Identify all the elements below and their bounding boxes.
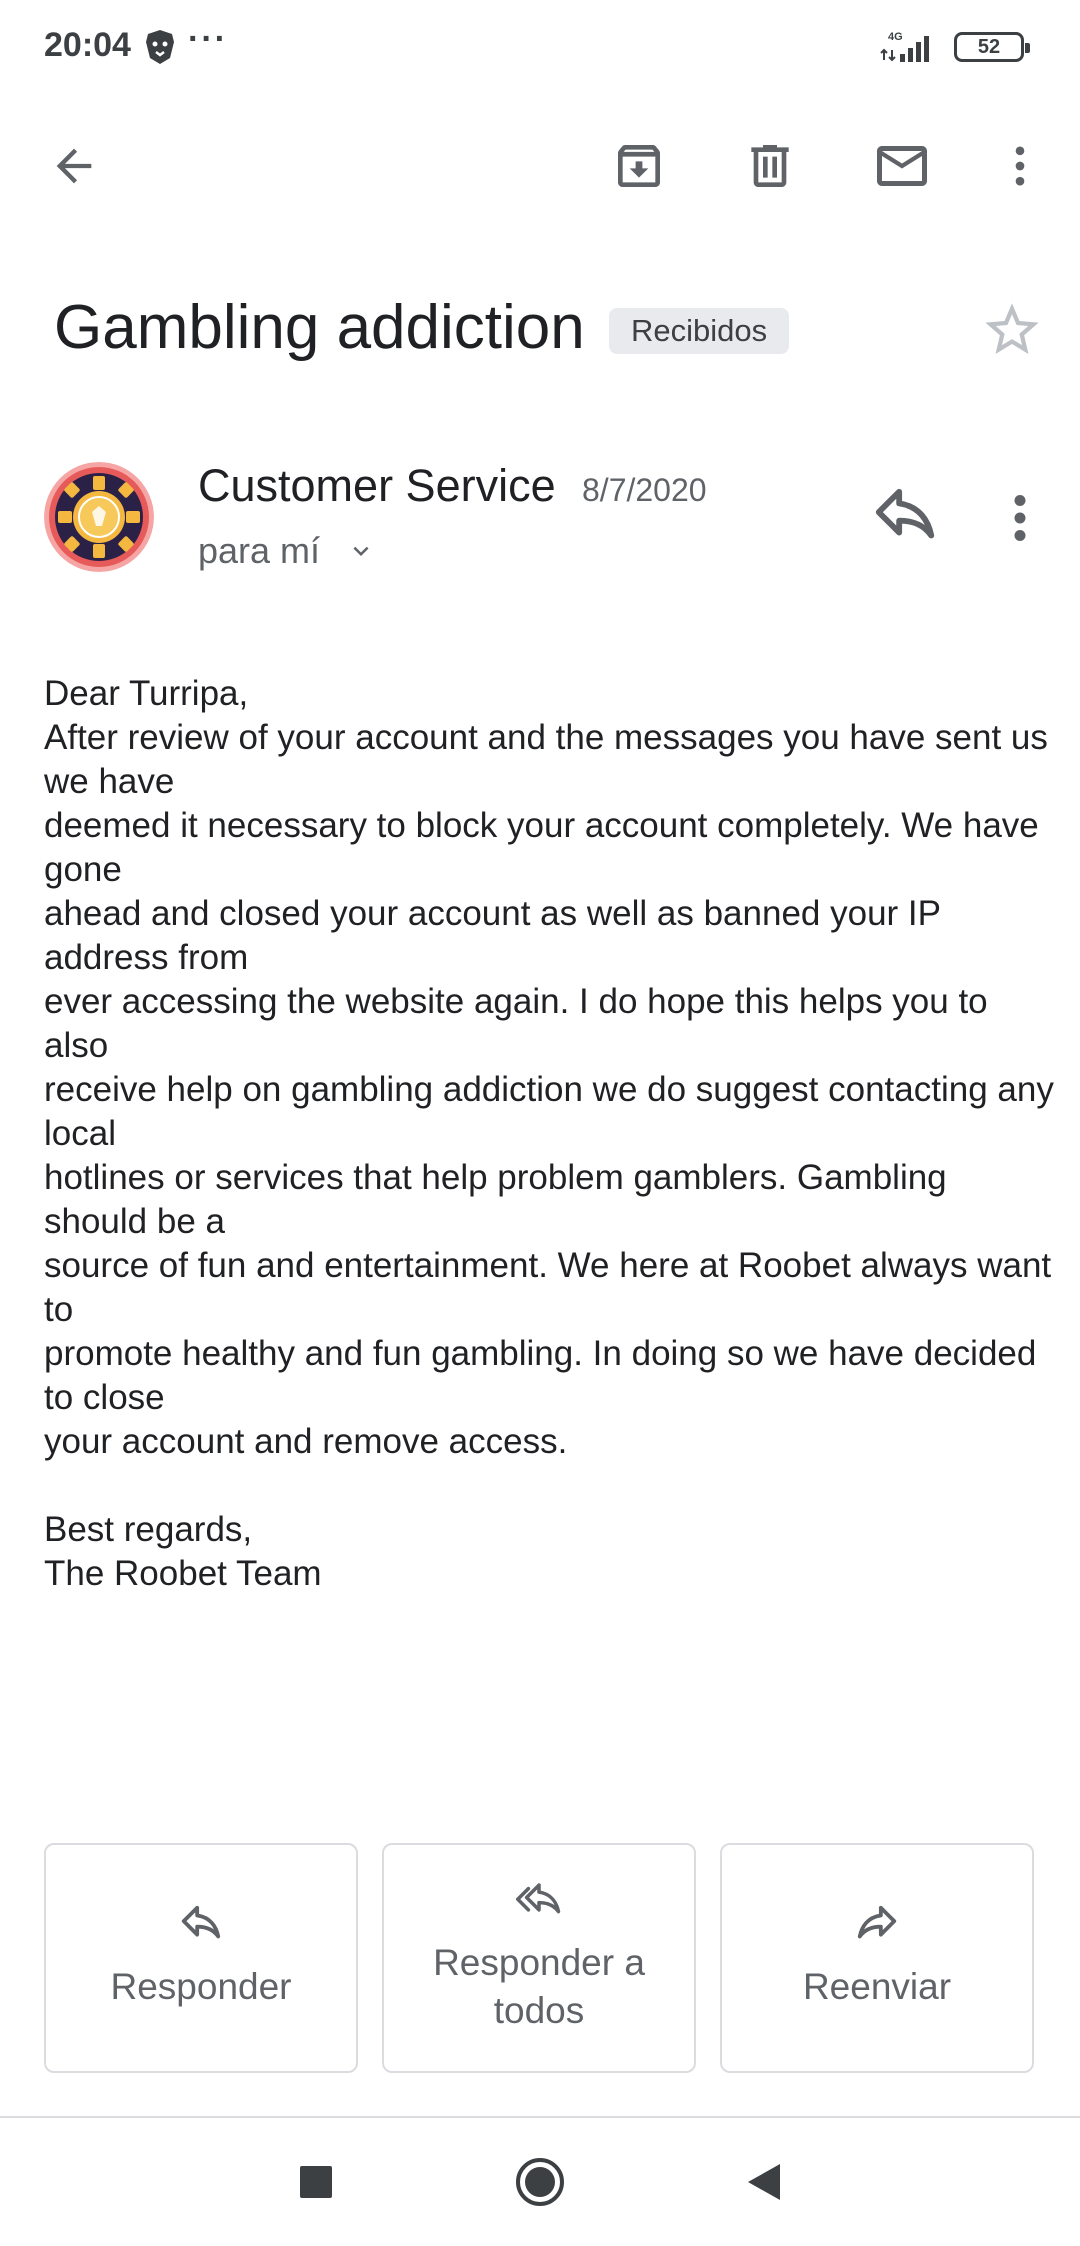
sender-name: Customer Service xyxy=(198,460,556,511)
body-line: deemed it necessary to block your accoun… xyxy=(44,806,1039,889)
body-line: receive help on gambling addiction we do… xyxy=(44,1070,1054,1153)
body-line: hotlines or services that help problem g… xyxy=(44,1158,947,1241)
body-line: promote healthy and fun gambling. In doi… xyxy=(44,1334,1037,1417)
email-body: Dear Turripa, After review of your accou… xyxy=(44,672,1054,1596)
email-subject: Gambling addiction xyxy=(54,293,585,362)
back-nav-button[interactable] xyxy=(734,2152,794,2212)
forward-icon xyxy=(857,1905,897,1939)
reply-button[interactable]: Responder xyxy=(44,1843,358,2073)
recents-button[interactable] xyxy=(286,2152,346,2212)
more-vert-icon[interactable] xyxy=(998,488,1042,548)
more-vert-icon xyxy=(1015,146,1025,186)
battery-icon: 52 xyxy=(954,32,1030,62)
battery-level: 52 xyxy=(977,36,1001,58)
system-nav-bar xyxy=(0,2118,1080,2246)
status-bar: 20:04 ··· 4G 52 xyxy=(0,0,1080,96)
forward-label: Reenviar xyxy=(802,1966,952,2007)
brave-lion-icon xyxy=(146,30,174,64)
recipient-toggle[interactable]: para mí xyxy=(198,530,320,572)
inbox-label-chip[interactable]: Recibidos xyxy=(609,308,790,354)
star-icon[interactable] xyxy=(980,298,1044,362)
email-date: 8/7/2020 xyxy=(582,472,707,508)
sender-row: Customer Service 8/7/2020 para mí xyxy=(0,450,1080,600)
square-icon xyxy=(300,2166,332,2198)
body-line: ahead and closed your account as well as… xyxy=(44,894,941,977)
home-circle-icon xyxy=(516,2158,564,2206)
body-line: source of fun and entertainment. We here… xyxy=(44,1246,1052,1329)
trash-icon xyxy=(751,145,789,187)
back-triangle-icon xyxy=(748,2164,780,2200)
status-time: 20:04 xyxy=(44,26,131,64)
more-options-button[interactable] xyxy=(984,130,1056,202)
signal-icon: 4G xyxy=(880,31,929,62)
sender-avatar[interactable] xyxy=(44,462,154,572)
svg-text:4G: 4G xyxy=(888,31,903,43)
subject-row: Gambling addiction Recibidos xyxy=(0,280,1080,380)
back-button[interactable] xyxy=(38,130,110,202)
arrow-back-icon xyxy=(56,148,92,184)
reply-icon xyxy=(181,1905,221,1939)
reply-all-button[interactable]: Responder a todos xyxy=(382,1843,696,2073)
body-line: ever accessing the website again. I do h… xyxy=(44,982,988,1065)
signoff-line: The Roobet Team xyxy=(44,1554,322,1593)
chevron-down-icon[interactable] xyxy=(346,536,376,566)
reply-label: Responder xyxy=(110,1966,292,2007)
body-line: Dear Turripa, xyxy=(44,674,249,713)
notification-dots-icon: ··· xyxy=(188,20,228,58)
forward-button[interactable]: Reenviar xyxy=(720,1843,1034,2073)
home-button[interactable] xyxy=(510,2152,570,2212)
delete-button[interactable] xyxy=(734,130,806,202)
mail-icon xyxy=(877,146,927,186)
archive-icon xyxy=(618,145,660,187)
reply-all-icon xyxy=(516,1883,561,1914)
reply-actions: Responder Responder a todos Reenviar xyxy=(44,1843,1036,2073)
archive-button[interactable] xyxy=(603,130,675,202)
reply-icon[interactable] xyxy=(870,488,940,548)
reply-all-label: Responder a todos xyxy=(433,1942,645,2031)
mark-unread-button[interactable] xyxy=(866,130,938,202)
body-line: After review of your account and the mes… xyxy=(44,718,1048,801)
signoff-line: Best regards, xyxy=(44,1510,253,1549)
body-line: your account and remove access. xyxy=(44,1422,568,1461)
toolbar xyxy=(0,110,1080,220)
